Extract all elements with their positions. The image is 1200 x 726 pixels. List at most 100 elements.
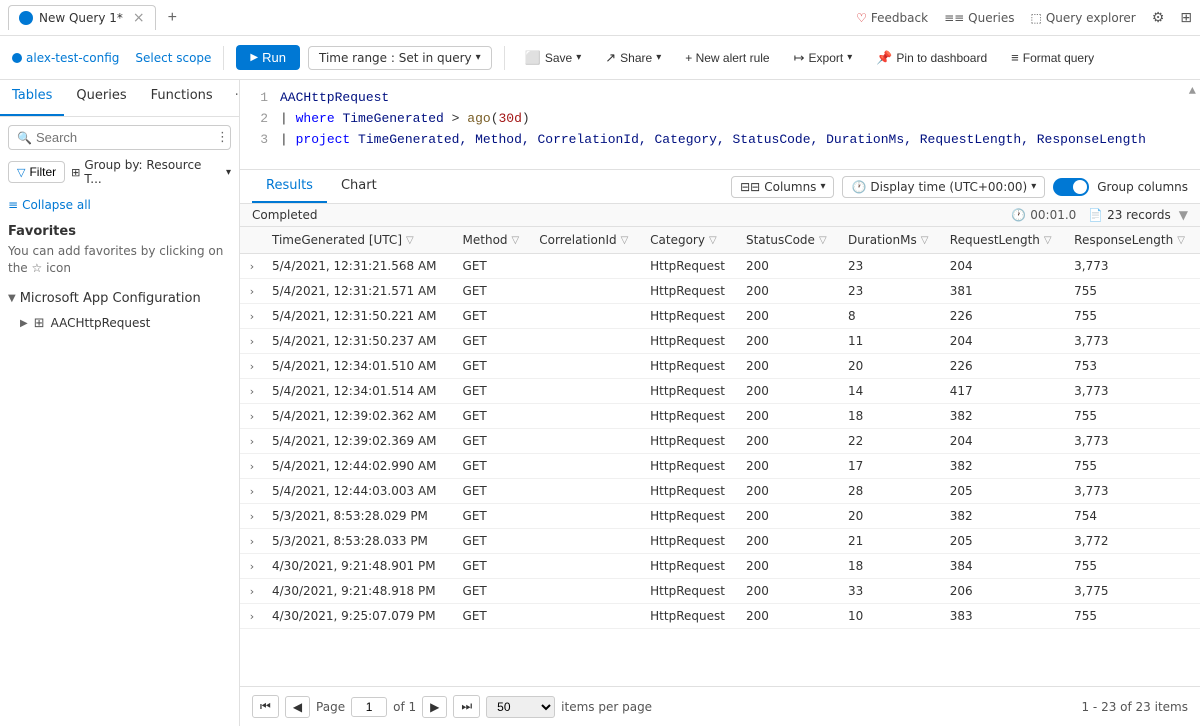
filter-button[interactable]: ▽ Filter [8, 161, 65, 183]
table-cell: 3,773 [1066, 429, 1200, 454]
grid-icon[interactable]: ⊞ [1180, 10, 1192, 26]
tree-item-aachttprequest[interactable]: ▶ ⊞ AACHttpRequest [0, 312, 239, 335]
row-expand-cell[interactable]: › [240, 479, 264, 504]
row-expand-cell[interactable]: › [240, 454, 264, 479]
row-expand-cell[interactable]: › [240, 504, 264, 529]
workspace-name[interactable]: alex-test-config [26, 51, 119, 65]
section-header-app-config[interactable]: ▼ Microsoft App Configuration [0, 285, 239, 312]
result-tab-chart[interactable]: Chart [327, 170, 391, 203]
row-expand-cell[interactable]: › [240, 554, 264, 579]
results-toolbar-right: ⊟⊟ Columns ▾ 🕐 Display time (UTC+00:00) … [731, 176, 1188, 198]
pin-button[interactable]: 📌 Pin to dashboard [868, 46, 995, 70]
table-cell: 753 [1066, 354, 1200, 379]
run-button[interactable]: ▶ Run [236, 45, 300, 70]
time-range-button[interactable]: Time range : Set in query ▾ [308, 46, 492, 70]
export-icon: ↦ [794, 50, 805, 66]
export-button[interactable]: ↦ Export ▾ [786, 46, 861, 70]
table-cell: 4/30/2021, 9:21:48.918 PM [264, 579, 455, 604]
status-time: 🕐 00:01.0 📄 23 records [1011, 208, 1170, 222]
search-more-icon[interactable]: ⋮ [216, 130, 229, 145]
group-columns-toggle[interactable]: Group columns [1053, 178, 1188, 196]
table-cell: 384 [942, 554, 1066, 579]
table-cell: HttpRequest [642, 429, 738, 454]
share-button[interactable]: ↗ Share ▾ [597, 46, 669, 70]
search-icon: 🔍 [17, 131, 32, 145]
sidebar-tab-functions[interactable]: Functions [139, 80, 225, 116]
table-row: ›4/30/2021, 9:21:48.918 PMGETHttpRequest… [240, 579, 1200, 604]
collapse-editor-icon[interactable]: ▲ [1189, 84, 1196, 98]
select-scope-link[interactable]: Select scope [135, 51, 211, 65]
table-body: ›5/4/2021, 12:31:21.568 AMGETHttpRequest… [240, 254, 1200, 629]
row-expand-cell[interactable]: › [240, 404, 264, 429]
sidebar-tab-queries[interactable]: Queries [64, 80, 138, 116]
result-tab-results[interactable]: Results [252, 170, 327, 203]
table-cell [531, 304, 642, 329]
display-time-button[interactable]: 🕐 Display time (UTC+00:00) ▾ [842, 176, 1045, 198]
table-cell: 33 [840, 579, 942, 604]
table-cell: 755 [1066, 604, 1200, 629]
col-header-timegen: TimeGenerated [UTC] ▽ [264, 227, 455, 254]
query-editor[interactable]: 1 AACHttpRequest 2 | where TimeGenerated… [240, 80, 1200, 170]
collapse-all-button[interactable]: ≡ Collapse all [0, 194, 239, 216]
row-expand-cell[interactable]: › [240, 279, 264, 304]
table-cell: 417 [942, 379, 1066, 404]
row-expand-cell[interactable]: › [240, 379, 264, 404]
feedback-button[interactable]: ♡ Feedback [856, 11, 928, 25]
correlationid-filter-icon[interactable]: ▽ [621, 235, 629, 246]
category-filter-icon[interactable]: ▽ [709, 235, 717, 246]
table-cell: 8 [840, 304, 942, 329]
columns-chevron-icon: ▾ [820, 181, 825, 192]
timegen-filter-icon[interactable]: ▽ [406, 235, 414, 246]
statuscode-filter-icon[interactable]: ▽ [819, 235, 827, 246]
group-by-button[interactable]: ⊞ Group by: Resource T... ▾ [71, 158, 231, 186]
table-cell [531, 254, 642, 279]
table-cell: GET [455, 354, 532, 379]
prev-page-button[interactable]: ◀ [285, 696, 310, 718]
row-expand-cell[interactable]: › [240, 304, 264, 329]
expand-status-icon[interactable]: ▼ [1179, 208, 1188, 222]
table-cell: 4/30/2021, 9:25:07.079 PM [264, 604, 455, 629]
save-button[interactable]: ⬜ Save ▾ [517, 46, 590, 70]
method-filter-icon[interactable]: ▽ [512, 235, 520, 246]
durationms-filter-icon[interactable]: ▽ [921, 235, 929, 246]
per-page-select[interactable]: 50 100 250 [486, 696, 555, 718]
requestlength-filter-icon[interactable]: ▽ [1044, 235, 1052, 246]
columns-button[interactable]: ⊟⊟ Columns ▾ [731, 176, 834, 198]
line-num-2: 2 [252, 109, 268, 130]
favorites-note: You can add favorites by clicking on the… [8, 243, 231, 277]
last-page-button[interactable]: ⏭ [453, 695, 480, 718]
sidebar-tab-tables[interactable]: Tables [0, 80, 64, 116]
query-explorer-button[interactable]: ⬚ Query explorer [1031, 11, 1136, 25]
toggle-switch[interactable] [1053, 178, 1089, 196]
table-cell: 5/4/2021, 12:34:01.514 AM [264, 379, 455, 404]
row-expand-cell[interactable]: › [240, 254, 264, 279]
settings-icon[interactable]: ⚙ [1152, 10, 1165, 26]
table-cell: 28 [840, 479, 942, 504]
table-cell: 382 [942, 504, 1066, 529]
row-expand-cell[interactable]: › [240, 579, 264, 604]
group-chevron-icon: ▾ [226, 167, 231, 178]
table-cell: GET [455, 554, 532, 579]
page-input[interactable] [351, 697, 387, 717]
table-cell: 5/4/2021, 12:39:02.369 AM [264, 429, 455, 454]
row-expand-cell[interactable]: › [240, 329, 264, 354]
next-page-button[interactable]: ▶ [422, 696, 447, 718]
add-tab-button[interactable]: + [160, 5, 185, 31]
tab-close[interactable]: × [133, 10, 145, 26]
col-header-correlationid: CorrelationId ▽ [531, 227, 642, 254]
table-cell: GET [455, 504, 532, 529]
row-expand-cell[interactable]: › [240, 604, 264, 629]
new-alert-button[interactable]: + New alert rule [677, 47, 777, 69]
active-tab[interactable]: New Query 1* × [8, 5, 156, 30]
first-page-button[interactable]: ⏮ [252, 695, 279, 718]
row-expand-cell[interactable]: › [240, 529, 264, 554]
format-button[interactable]: ≡ Format query [1003, 46, 1102, 69]
queries-button[interactable]: ≡≡ Queries [944, 11, 1014, 25]
row-expand-cell[interactable]: › [240, 354, 264, 379]
row-expand-cell[interactable]: › [240, 429, 264, 454]
table-header-row: TimeGenerated [UTC] ▽ Method ▽ [240, 227, 1200, 254]
responselength-filter-icon[interactable]: ▽ [1177, 235, 1185, 246]
table-cell: HttpRequest [642, 554, 738, 579]
sidebar-tab-more[interactable]: ··· [225, 80, 240, 116]
search-input[interactable] [36, 130, 212, 145]
